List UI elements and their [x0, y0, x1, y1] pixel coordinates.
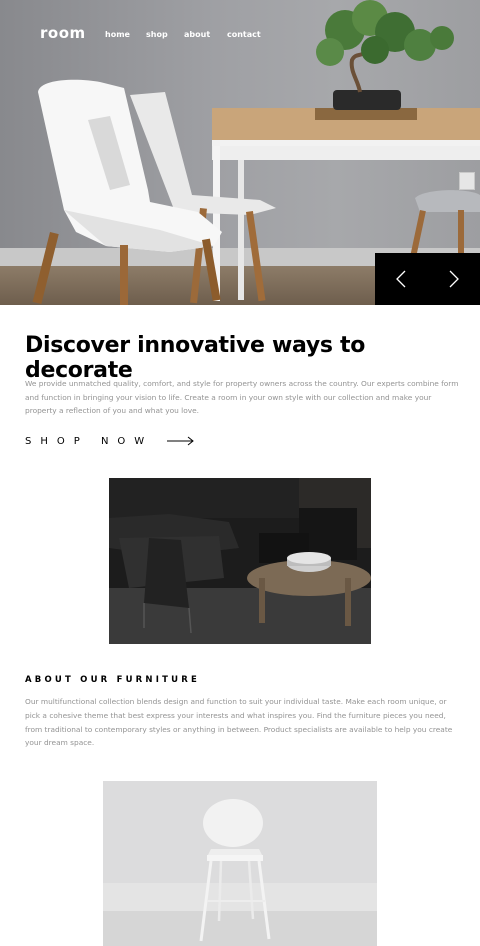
- slider-prev-button[interactable]: [375, 253, 427, 305]
- shop-now-label: SHOP NOW: [25, 435, 154, 447]
- top-navigation: room home shop about contact: [0, 24, 480, 48]
- dark-furniture-image: [109, 478, 371, 644]
- page-title: Discover innovative ways to decorate: [25, 333, 366, 383]
- brand-logo[interactable]: room: [40, 24, 86, 42]
- white-chair-image: [103, 781, 377, 946]
- about-paragraph: Our multifunctional collection blends de…: [25, 697, 453, 748]
- slider-controls: [375, 253, 480, 305]
- chevron-right-icon: [449, 270, 459, 288]
- about-title: ABOUT OUR FURNITURE: [25, 675, 200, 685]
- nav-link-home[interactable]: home: [105, 30, 130, 39]
- hero-section: room home shop about contact: [0, 0, 480, 305]
- nav-link-shop[interactable]: shop: [146, 30, 168, 39]
- white-chair-illustration: [103, 781, 377, 946]
- arrow-right-icon: [167, 436, 194, 446]
- slider-next-button[interactable]: [428, 253, 480, 305]
- intro-paragraph: We provide unmatched quality, comfort, a…: [25, 379, 459, 415]
- nav-link-about[interactable]: about: [184, 30, 210, 39]
- shop-now-link[interactable]: SHOP NOW: [25, 433, 195, 449]
- dark-furniture-illustration: [109, 478, 371, 644]
- chevron-left-icon: [396, 270, 406, 288]
- nav-link-contact[interactable]: contact: [227, 30, 261, 39]
